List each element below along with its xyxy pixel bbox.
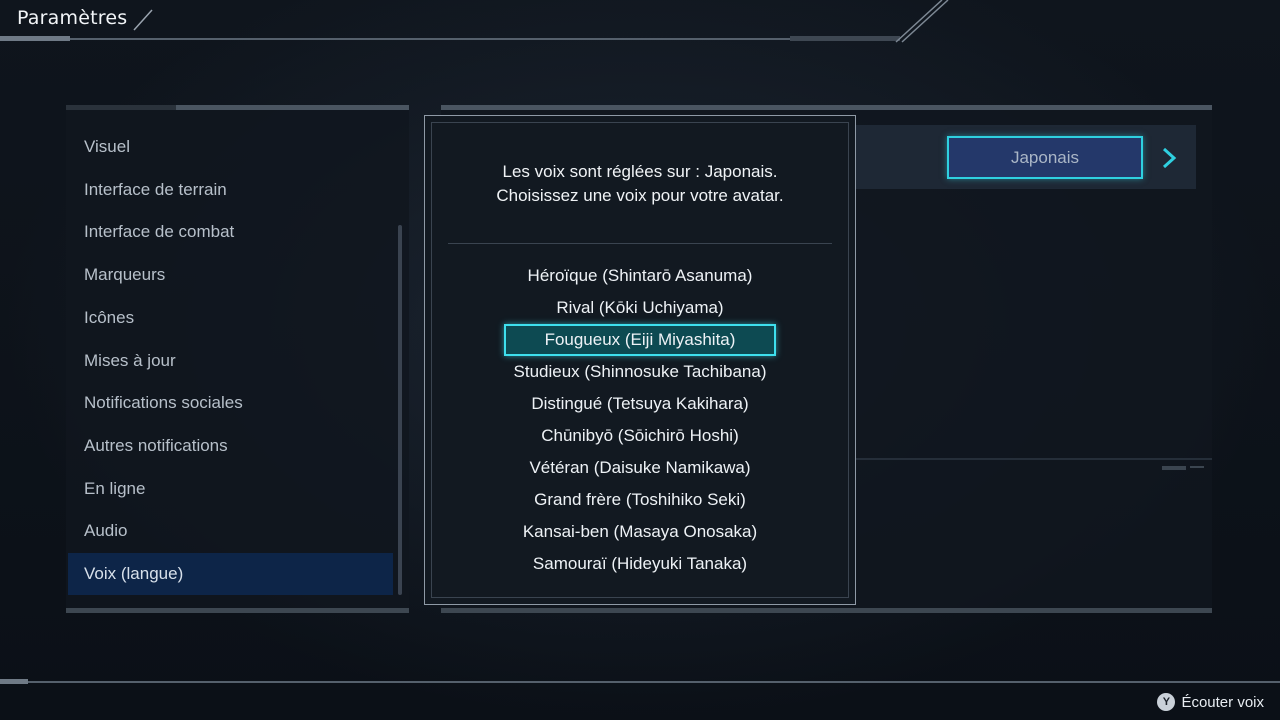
sidebar-item[interactable]: Notifications sociales — [68, 382, 393, 424]
y-button-icon: Y — [1157, 693, 1176, 711]
voice-option[interactable]: Rival (Kōki Uchiyama) — [431, 292, 849, 324]
chevron-right-icon[interactable] — [1158, 145, 1180, 171]
sidebar-item[interactable]: Interface de terrain — [68, 169, 393, 211]
corner-marks-decoration — [1162, 466, 1204, 470]
right-panel-top-border — [441, 105, 1212, 110]
voice-option[interactable]: Distingué (Tetsuya Kakihara) — [431, 388, 849, 420]
sidebar-item-label: Visuel — [84, 137, 130, 156]
sidebar-item[interactable]: Mises à jour — [68, 340, 393, 382]
listen-voice-hint[interactable]: Y Écouter voix — [1157, 692, 1264, 712]
voice-option[interactable]: Héroïque (Shintarō Asanuma) — [431, 260, 849, 292]
header-divider-accent-right — [790, 36, 900, 41]
dialog-message: Les voix sont réglées sur : Japonais. Ch… — [431, 160, 849, 208]
left-panel-top-accent — [66, 105, 176, 110]
sidebar-item-label: Marqueurs — [84, 265, 166, 285]
voice-option[interactable]: Kansai-ben (Masaya Onosaka) — [431, 516, 849, 548]
voice-option[interactable]: Samouraï (Hideyuki Tanaka) — [431, 548, 849, 580]
voice-option[interactable]: Vétéran (Daisuke Namikawa) — [431, 452, 849, 484]
right-panel-bottom-border — [441, 608, 1212, 613]
voice-language-selector[interactable]: Japonais — [947, 136, 1143, 179]
voice-option[interactable]: Studieux (Shinnosuke Tachibana) — [431, 356, 849, 388]
sidebar-item[interactable]: Icônes — [68, 297, 393, 339]
sidebar-item[interactable]: Autres notifications — [68, 425, 393, 467]
voice-option[interactable]: Fougueux (Eiji Miyashita) — [504, 324, 776, 356]
header-diagonal-decoration — [895, 0, 949, 43]
sidebar-item-label: En ligne — [84, 478, 146, 498]
category-scrollbar[interactable] — [398, 225, 402, 595]
left-panel-bottom-border — [66, 608, 409, 613]
sidebar-item[interactable]: Visuel — [68, 126, 393, 168]
title-slash-decoration — [133, 9, 153, 31]
footer-divider — [0, 681, 1280, 683]
footer-divider-accent — [0, 679, 28, 684]
sidebar-item-label: Notifications sociales — [84, 393, 243, 413]
voice-option[interactable]: Chūnibyō (Sōichirō Hoshi) — [431, 420, 849, 452]
sidebar-item[interactable]: Interface de combat — [68, 211, 393, 253]
sidebar-item-label: Interface de terrain — [84, 179, 227, 199]
dialog-message-line-2: Choisissez une voix pour votre avatar. — [496, 186, 784, 205]
voice-language-value: Japonais — [1010, 147, 1080, 167]
sidebar-item-label: Autres notifications — [84, 435, 228, 455]
sidebar-item-label: Audio — [84, 521, 128, 541]
sidebar-item-label: Interface de combat — [84, 222, 235, 242]
header-divider — [0, 38, 900, 40]
sidebar-item[interactable]: Marqueurs — [68, 254, 393, 296]
sidebar-item-label: Mises à jour — [84, 350, 176, 370]
sidebar-item-label: Icônes — [84, 307, 135, 327]
sidebar-item[interactable]: En ligne — [68, 468, 393, 510]
header-divider-accent-left — [0, 36, 70, 41]
detail-divider — [855, 458, 1212, 460]
page-title: Paramètres — [17, 7, 128, 29]
sidebar-item[interactable]: Audio — [68, 510, 393, 552]
sidebar-item[interactable]: Voix (langue) — [68, 553, 393, 595]
listen-voice-label: Écouter voix — [1181, 693, 1264, 711]
voice-option[interactable]: Grand frère (Toshihiko Seki) — [431, 484, 849, 516]
dialog-divider — [448, 243, 832, 244]
dialog-message-line-1: Les voix sont réglées sur : Japonais. — [502, 162, 778, 181]
header: Paramètres — [0, 0, 1280, 44]
sidebar-item-label: Voix (langue) — [84, 564, 184, 583]
